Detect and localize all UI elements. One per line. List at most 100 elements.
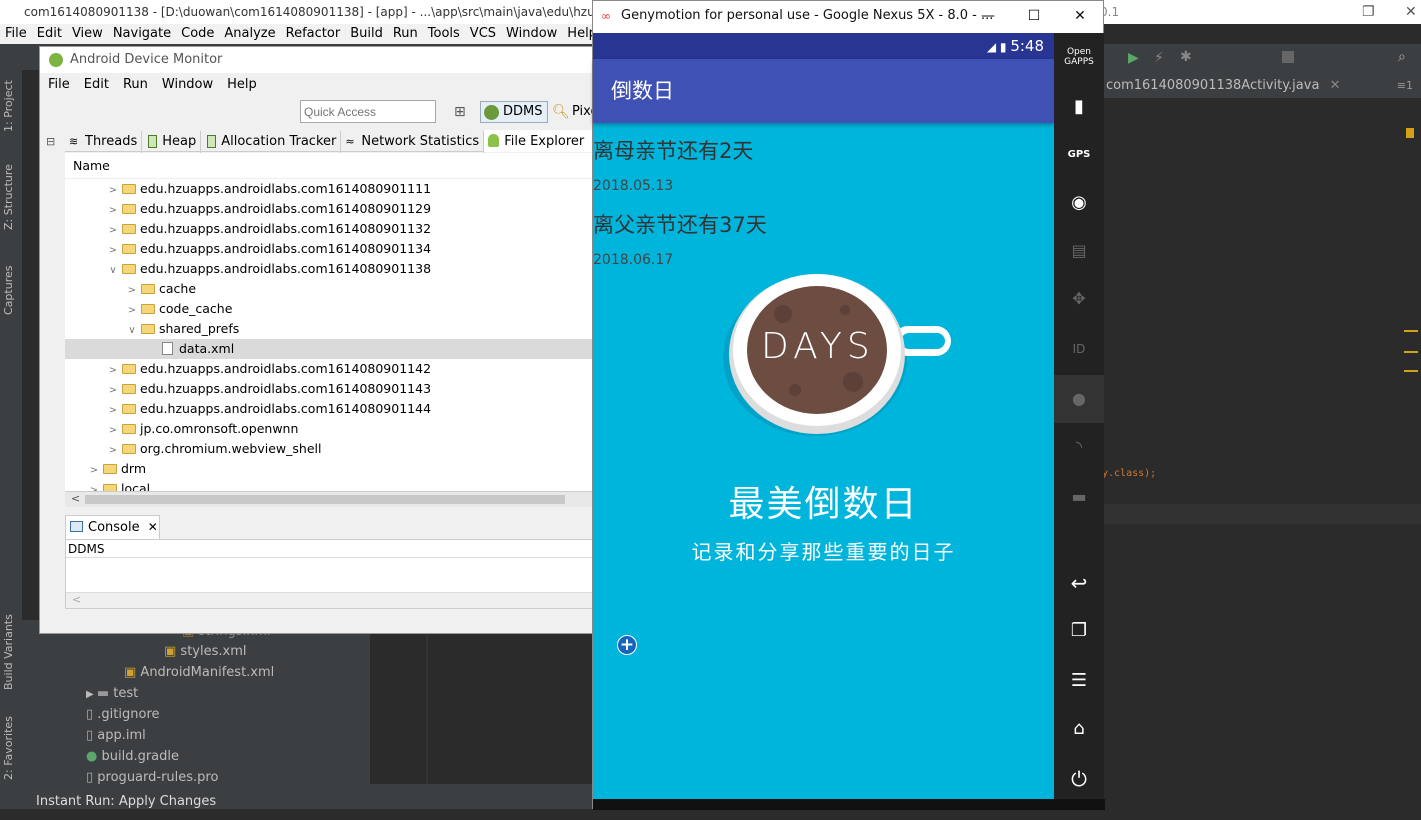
chevron-right-icon[interactable]: >: [106, 181, 120, 201]
chevron-right-icon[interactable]: ▶: [86, 689, 97, 700]
open-gapps-button[interactable]: Open GAPPS: [1054, 41, 1104, 89]
tree-item[interactable]: ▯ proguard-rules.pro: [86, 770, 218, 785]
menu-build[interactable]: Build: [350, 26, 383, 41]
power-icon[interactable]: ⏻: [1054, 757, 1104, 805]
device-id-button[interactable]: ID: [1054, 327, 1104, 375]
tree-row[interactable]: > cache: [65, 279, 595, 299]
genymotion-titlebar[interactable]: ∞ Genymotion for personal use - Google N…: [593, 1, 1103, 31]
chevron-right-icon[interactable]: >: [106, 361, 120, 381]
strip-captures[interactable]: Captures: [2, 266, 15, 315]
close-icon[interactable]: ✕: [1057, 1, 1103, 31]
close-icon[interactable]: ✕: [1405, 4, 1417, 20]
tree-row[interactable]: > org.chromium.webview_shell: [65, 439, 595, 459]
chevron-right-icon[interactable]: >: [106, 221, 120, 241]
chevron-down-icon[interactable]: ∨: [125, 321, 139, 341]
battery-icon[interactable]: ▮: [1054, 85, 1104, 133]
tab-network-statistics[interactable]: ≈ Network Statistics: [341, 131, 485, 153]
horizontal-scrollbar[interactable]: <: [65, 491, 595, 507]
tree-row[interactable]: > edu.hzuapps.androidlabs.com161408090111…: [65, 179, 595, 199]
tree-row[interactable]: ∨ shared_prefs: [65, 319, 595, 339]
tab-threads[interactable]: ≋ Threads: [65, 131, 143, 153]
dpad-icon[interactable]: ✥: [1054, 277, 1104, 325]
tab-heap[interactable]: Heap: [142, 131, 202, 153]
tab-console[interactable]: Console ✕: [65, 515, 160, 539]
chevron-right-icon[interactable]: >: [87, 481, 101, 491]
window-controls[interactable]: ❐ ✕: [1350, 0, 1421, 24]
tree-row[interactable]: data.xml: [65, 339, 595, 359]
chevron-right-icon[interactable]: >: [106, 241, 120, 261]
menu-analyze[interactable]: Analyze: [224, 26, 275, 41]
scroll-left-icon[interactable]: <: [71, 492, 80, 505]
menu-code[interactable]: Code: [181, 26, 214, 41]
chevron-right-icon[interactable]: >: [87, 461, 101, 481]
tree-row[interactable]: > edu.hzuapps.androidlabs.com161408090114…: [65, 359, 595, 379]
menu-vcs[interactable]: VCS: [470, 26, 496, 41]
menu-icon[interactable]: ☰: [1054, 659, 1104, 707]
restore-view-icon[interactable]: ⊟: [46, 135, 55, 148]
chevron-right-icon[interactable]: >: [106, 381, 120, 401]
device-screen[interactable]: ◢ ▮ 5:48 倒数日 离母亲节还有2天 2018.05.13 离父亲节还有3…: [593, 33, 1054, 799]
run-icon[interactable]: ▶: [1128, 50, 1139, 66]
maximize-icon[interactable]: ☐: [1011, 1, 1057, 31]
tab-list-icon[interactable]: ≡1: [1397, 74, 1413, 98]
rss-icon[interactable]: ◝: [1054, 425, 1104, 473]
tree-item[interactable]: ▣ AndroidManifest.xml: [124, 665, 274, 680]
chevron-right-icon[interactable]: >: [125, 281, 139, 301]
clapper-icon[interactable]: ▤: [1054, 229, 1104, 277]
tree-row[interactable]: > code_cache: [65, 299, 595, 319]
tree-row[interactable]: ∨ edu.hzuapps.androidlabs.com161408090113…: [65, 259, 595, 279]
menu-navigate[interactable]: Navigate: [113, 26, 171, 41]
tree-item[interactable]: ▯ .gitignore: [86, 707, 160, 722]
chevron-right-icon[interactable]: >: [106, 201, 120, 221]
gps-button[interactable]: GPS: [1054, 133, 1104, 181]
chevron-right-icon[interactable]: >: [106, 421, 120, 441]
ddms-menu-edit[interactable]: Edit: [84, 77, 109, 92]
menu-tools[interactable]: Tools: [428, 26, 460, 41]
file-explorer-tree[interactable]: Name > edu.hzuapps.androidlabs.com1614080…: [65, 153, 595, 491]
ddms-menu-help[interactable]: Help: [227, 77, 257, 92]
tab-close-icon[interactable]: ✕: [1330, 78, 1341, 93]
record-icon[interactable]: ●: [1054, 375, 1104, 423]
menu-view[interactable]: View: [72, 26, 103, 41]
event-text[interactable]: 离母亲节还有2天: [593, 135, 753, 165]
chevron-right-icon[interactable]: >: [106, 401, 120, 421]
stop-icon[interactable]: [1282, 51, 1294, 63]
strip-favorites[interactable]: 2: Favorites: [2, 716, 15, 780]
tree-item[interactable]: ▯ app.iml: [86, 728, 146, 743]
menu-window[interactable]: Window: [506, 26, 557, 41]
scroll-left-icon[interactable]: <: [72, 593, 81, 606]
scroll-thumb[interactable]: [85, 495, 565, 504]
tree-item[interactable]: ▣ styles.xml: [164, 644, 246, 659]
minimize-icon[interactable]: —: [965, 1, 1011, 31]
chevron-right-icon[interactable]: >: [125, 301, 139, 321]
tree-row[interactable]: > drm: [65, 459, 595, 479]
tree-row[interactable]: > edu.hzuapps.androidlabs.com161408090113…: [65, 219, 595, 239]
tab-allocation-tracker[interactable]: Allocation Tracker: [201, 131, 342, 153]
menu-run[interactable]: Run: [393, 26, 418, 41]
recents-icon[interactable]: ❐: [1054, 609, 1104, 657]
chevron-down-icon[interactable]: ∨: [106, 261, 120, 281]
restore-icon[interactable]: ❐: [1362, 4, 1375, 20]
tree-row[interactable]: > local: [65, 479, 595, 491]
event-text[interactable]: 离父亲节还有37天: [593, 209, 767, 239]
webcam-icon[interactable]: ◉: [1054, 181, 1104, 229]
tree-row[interactable]: > edu.hzuapps.androidlabs.com161408090113…: [65, 239, 595, 259]
tab-file-explorer[interactable]: File Explorer✕: [484, 130, 606, 152]
strip-structure[interactable]: Z: Structure: [2, 164, 15, 230]
tree-item[interactable]: ● build.gradle: [86, 749, 179, 764]
tree-row[interactable]: > edu.hzuapps.androidlabs.com161408090114…: [65, 379, 595, 399]
menu-refactor[interactable]: Refactor: [286, 26, 341, 41]
tree-row[interactable]: > edu.hzuapps.androidlabs.com161408090112…: [65, 199, 595, 219]
ddms-menu-run[interactable]: Run: [123, 77, 148, 92]
ddms-titlebar[interactable]: Android Device Monitor: [40, 47, 593, 73]
back-icon[interactable]: ↩: [1054, 561, 1104, 609]
add-button[interactable]: +: [617, 635, 637, 655]
editor-tab-activity[interactable]: com1614080901138Activity.java: [1106, 78, 1319, 93]
tree-row[interactable]: > jp.co.omronsoft.openwnn: [65, 419, 595, 439]
ddms-perspective-button[interactable]: DDMS: [480, 101, 548, 123]
tree-row[interactable]: > edu.hzuapps.androidlabs.com161408090114…: [65, 399, 595, 419]
chevron-right-icon[interactable]: >: [106, 441, 120, 461]
tree-item[interactable]: ▶ ▬ test: [86, 686, 138, 701]
search-icon[interactable]: ⌕: [1398, 49, 1406, 65]
home-icon[interactable]: ⌂: [1054, 707, 1104, 755]
